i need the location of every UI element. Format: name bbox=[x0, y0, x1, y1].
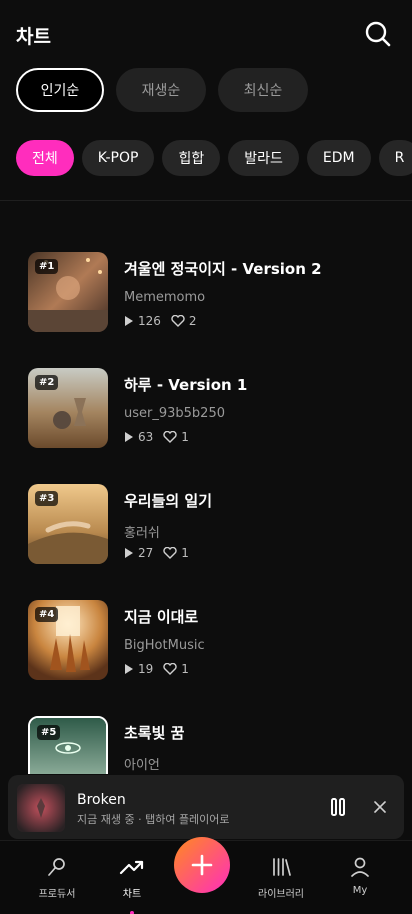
nav-my[interactable]: My bbox=[325, 855, 395, 896]
search-icon bbox=[365, 21, 391, 47]
chart-row[interactable]: #1 겨울엔 정국이지 - Version 2 Mememomo 126 2 bbox=[28, 232, 398, 332]
play-count: 27 bbox=[138, 546, 154, 560]
heart-icon bbox=[163, 547, 177, 559]
nav-library-label: 라이브러리 bbox=[258, 889, 304, 900]
play-icon bbox=[125, 548, 133, 558]
song-artist: 아이언 bbox=[124, 758, 160, 773]
genre-chip-hiphop[interactable]: 힙합 bbox=[162, 140, 221, 176]
song-artist: 홍러쉬 bbox=[124, 526, 160, 541]
pause-button[interactable] bbox=[326, 795, 350, 819]
chart-list: #1 겨울엔 정국이지 - Version 2 Mememomo 126 2 #… bbox=[0, 232, 412, 774]
genre-chip-kpop[interactable]: K-POP bbox=[81, 140, 155, 176]
nav-producer-label: 프로듀서 bbox=[38, 889, 76, 900]
song-stats: 19 1 bbox=[124, 662, 189, 676]
rank-badge: #5 bbox=[37, 725, 61, 740]
mini-player-title: Broken bbox=[77, 792, 126, 808]
song-stats: 63 1 bbox=[124, 430, 189, 444]
song-title: 지금 이대로 bbox=[124, 608, 199, 626]
like-count: 1 bbox=[181, 546, 189, 560]
play-icon bbox=[125, 664, 133, 674]
play-count: 126 bbox=[138, 314, 161, 328]
song-artist: user_93b5b250 bbox=[124, 406, 225, 421]
genre-filter: 전체 K-POP 힙합 발라드 EDM R bbox=[16, 140, 412, 176]
user-icon bbox=[351, 857, 369, 877]
pause-icon bbox=[331, 798, 345, 816]
mini-player[interactable]: Broken 지금 재생 중 · 탭하여 플레이어로 bbox=[8, 775, 404, 839]
sort-tabs: 인기순 재생순 최신순 bbox=[16, 68, 308, 112]
genre-chip-edm[interactable]: EDM bbox=[306, 140, 371, 176]
genre-chip-ballad[interactable]: 발라드 bbox=[228, 140, 299, 176]
sort-tab-popular[interactable]: 인기순 bbox=[16, 68, 104, 112]
like-count: 2 bbox=[188, 314, 197, 328]
genre-chip-all[interactable]: 전체 bbox=[16, 140, 74, 176]
cover-art: #4 bbox=[28, 600, 108, 680]
genre-chip-rnb[interactable]: R bbox=[378, 140, 412, 176]
trending-icon bbox=[119, 860, 144, 875]
header: 차트 bbox=[0, 0, 412, 68]
nav-library[interactable]: 라이브러리 bbox=[246, 855, 316, 900]
mini-player-subtitle: 지금 재생 중 · 탭하여 플레이어로 bbox=[77, 813, 230, 826]
nav-producer[interactable]: 프로듀서 bbox=[22, 855, 92, 900]
close-icon bbox=[374, 801, 386, 813]
rank-badge: #2 bbox=[35, 375, 59, 390]
mini-player-cover bbox=[17, 784, 65, 832]
search-button[interactable] bbox=[364, 20, 392, 48]
sort-tab-latest[interactable]: 최신순 bbox=[218, 68, 308, 112]
chart-row[interactable]: #3 우리들의 일기 홍러쉬 27 1 bbox=[28, 464, 398, 564]
song-title: 우리들의 일기 bbox=[124, 492, 213, 510]
page-title: 차트 bbox=[16, 26, 51, 48]
nav-chart-label: 차트 bbox=[122, 889, 142, 900]
play-count: 19 bbox=[138, 662, 154, 676]
play-icon bbox=[125, 432, 133, 442]
cover-art: #3 bbox=[28, 484, 108, 564]
library-icon bbox=[273, 858, 291, 876]
divider bbox=[0, 200, 412, 201]
sort-tab-plays[interactable]: 재생순 bbox=[116, 68, 206, 112]
heart-icon bbox=[163, 431, 177, 443]
heart-icon bbox=[163, 663, 177, 675]
chart-row[interactable]: #4 지금 이대로 BigHotMusic 19 1 bbox=[28, 580, 398, 680]
bottom-nav: 프로듀서 차트 라이브러리 My bbox=[0, 837, 412, 914]
chart-row[interactable]: #2 하루 - Version 1 user_93b5b250 63 1 bbox=[28, 348, 398, 448]
song-title: 초록빛 꿈 bbox=[124, 724, 185, 742]
rank-badge: #3 bbox=[35, 491, 59, 506]
heart-icon bbox=[171, 315, 185, 327]
producer-icon bbox=[48, 858, 65, 876]
play-count: 63 bbox=[138, 430, 154, 444]
cover-art: #1 bbox=[28, 252, 108, 332]
song-title: 하루 - Version 1 bbox=[124, 376, 248, 394]
close-button[interactable] bbox=[370, 797, 390, 817]
rank-badge: #1 bbox=[35, 259, 59, 274]
like-count: 1 bbox=[181, 430, 189, 444]
song-stats: 27 1 bbox=[124, 546, 189, 560]
rank-badge: #4 bbox=[35, 607, 59, 622]
play-icon bbox=[125, 316, 133, 326]
create-button[interactable] bbox=[174, 837, 230, 893]
song-stats: 126 2 bbox=[124, 314, 197, 328]
song-title: 겨울엔 정국이지 - Version 2 bbox=[124, 260, 322, 278]
song-artist: Mememomo bbox=[124, 290, 206, 305]
song-artist: BigHotMusic bbox=[124, 638, 205, 653]
chart-row[interactable]: #5 초록빛 꿈 아이언 bbox=[28, 696, 398, 774]
cover-art: #2 bbox=[28, 368, 108, 448]
nav-chart[interactable]: 차트 bbox=[97, 855, 167, 900]
nav-my-label: My bbox=[352, 885, 368, 896]
plus-icon bbox=[191, 854, 213, 876]
cover-art: #5 bbox=[28, 716, 108, 774]
like-count: 1 bbox=[181, 662, 189, 676]
